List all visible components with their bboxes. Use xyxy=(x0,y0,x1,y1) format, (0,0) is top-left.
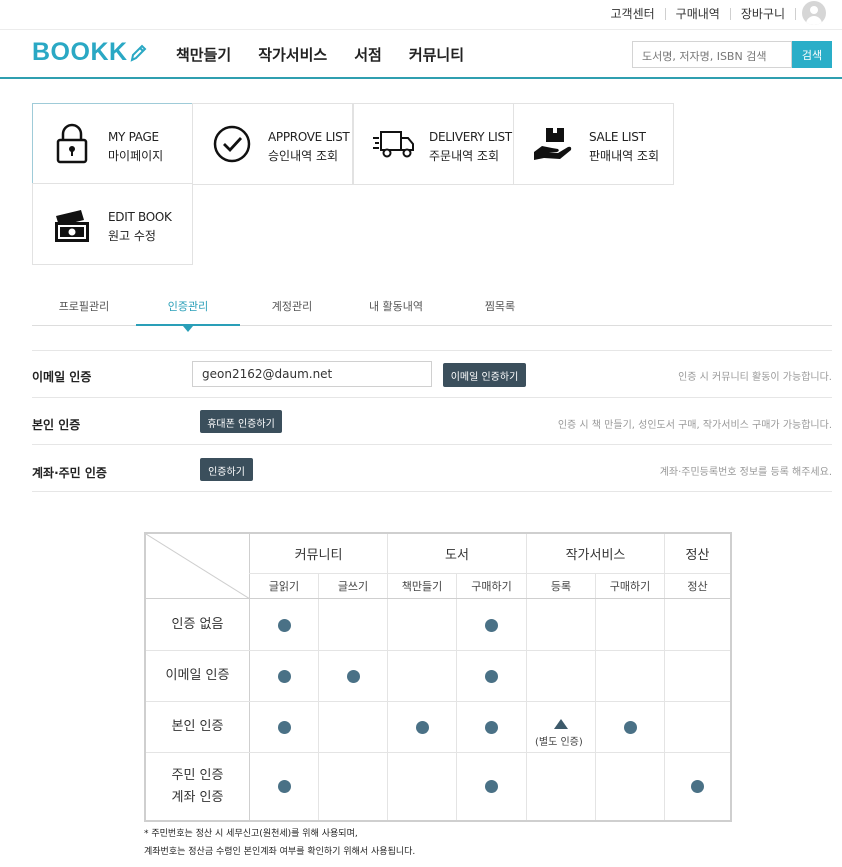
permission-dot xyxy=(485,721,498,734)
card-ko-label: 주문내역 조회 xyxy=(429,149,500,163)
card-ko-label: 승인내역 조회 xyxy=(268,149,339,163)
row-label-identity-verification: 본인 인증 xyxy=(171,719,224,734)
logo[interactable]: BOOKK xyxy=(32,38,147,67)
sub-header-buy-service: 구매하기 xyxy=(609,580,651,593)
nav-make-book[interactable]: 책만들기 xyxy=(176,44,231,65)
phone-verify-button[interactable]: 휴대폰 인증하기 xyxy=(200,410,282,433)
divider xyxy=(795,7,796,20)
nav-author-service[interactable]: 작가서비스 xyxy=(258,44,327,65)
tab-profile[interactable]: 프로필관리 xyxy=(32,298,136,314)
sub-header-make-book: 책만들기 xyxy=(401,580,443,593)
row-label-no-verification: 인증 없음 xyxy=(171,616,224,632)
sub-header-read: 글읽기 xyxy=(268,580,300,593)
email-verification-label: 이메일 인증 xyxy=(32,370,92,384)
card-en-label: DELIVERY LIST xyxy=(429,130,512,144)
divider xyxy=(456,574,457,820)
permission-dot xyxy=(485,780,498,793)
sub-header-settle: 정산 xyxy=(687,580,708,593)
card-en-label: EDIT BOOK xyxy=(108,210,172,224)
row-label-line: 주민 인증 xyxy=(171,767,224,783)
utility-bar: 고객센터 구매내역 장바구니 xyxy=(0,0,842,30)
money-icon xyxy=(55,210,89,242)
permission-dot xyxy=(347,670,360,683)
identity-verification-row: 본인 인증 휴대폰 인증하기 인증 시 책 만들기, 성인도서 구매, 작가서비… xyxy=(32,398,832,445)
footnote-line: * 주민번호는 정산 시 세무신고(원천세)를 위해 사용되며, xyxy=(144,829,358,839)
hand-box-icon xyxy=(534,128,572,160)
card-approve-list[interactable]: APPROVE LIST 승인내역 조회 xyxy=(192,103,353,185)
check-circle-icon xyxy=(213,125,251,163)
avatar-head-shape xyxy=(810,6,818,14)
partial-permission-triangle xyxy=(554,719,568,729)
group-header-books: 도서 xyxy=(445,548,469,563)
cart-link[interactable]: 장바구니 xyxy=(731,5,795,22)
permission-dot xyxy=(278,721,291,734)
avatar-body-shape xyxy=(806,16,822,25)
permission-dot xyxy=(278,670,291,683)
account-verification-hint: 계좌·주민등록번호 정보를 등록 해주세요. xyxy=(659,467,832,478)
permission-dot xyxy=(278,780,291,793)
search-button[interactable]: 검색 xyxy=(792,41,832,68)
sub-header-register: 등록 xyxy=(550,580,572,593)
account-verify-button[interactable]: 인증하기 xyxy=(200,458,253,481)
permission-dot xyxy=(624,721,637,734)
identity-verification-hint: 인증 시 책 만들기, 성인도서 구매, 작가서비스 구매가 가능합니다. xyxy=(557,420,832,431)
row-label-resident-account: 주민 인증 계좌 인증 xyxy=(146,753,249,820)
card-ko-label: 원고 수정 xyxy=(108,229,156,243)
customer-center-link[interactable]: 고객센터 xyxy=(600,5,664,22)
permission-dot xyxy=(485,619,498,632)
group-header-community: 커뮤니티 xyxy=(294,548,343,563)
email-verification-row: 이메일 인증 geon2162@daum.net 이메일 인증하기 인증 시 커… xyxy=(32,351,832,398)
card-delivery-list[interactable]: DELIVERY LIST 주문내역 조회 xyxy=(353,103,514,185)
nav-bookstore[interactable]: 서점 xyxy=(354,44,382,65)
divider xyxy=(318,574,319,820)
active-tab-caret xyxy=(183,326,193,332)
tab-verification[interactable]: 인증관리 xyxy=(136,298,240,314)
site-header: BOOKK 책만들기 작가서비스 서점 커뮤니티 도서명, 저자명, ISBN … xyxy=(0,30,842,79)
truck-icon xyxy=(373,131,414,158)
permission-dot xyxy=(691,780,704,793)
card-edit-book[interactable]: EDIT BOOK 원고 수정 xyxy=(32,183,193,265)
mypage-tabs: 프로필관리 인증관리 계정관리 내 활동내역 찜목록 xyxy=(32,292,832,332)
email-verify-button[interactable]: 이메일 인증하기 xyxy=(443,363,526,387)
tab-activity[interactable]: 내 활동내역 xyxy=(344,298,448,314)
identity-verification-label: 본인 인증 xyxy=(32,418,81,432)
email-field[interactable]: geon2162@daum.net xyxy=(192,361,432,387)
corner-diagonal xyxy=(146,534,250,599)
tab-wishlist[interactable]: 찜목록 xyxy=(448,298,552,314)
card-ko-label: 판매내역 조회 xyxy=(589,149,660,163)
account-verification-row: 계좌·주민 인증 인증하기 계좌·주민등록번호 정보를 등록 해주세요. xyxy=(32,445,832,492)
email-verification-hint: 인증 시 커뮤니티 활동이 가능합니다. xyxy=(678,372,832,383)
avatar[interactable] xyxy=(802,1,826,25)
sub-header-buy-book: 구매하기 xyxy=(471,580,512,593)
card-en-label: SALE LIST xyxy=(589,130,646,144)
card-ko-label: 마이페이지 xyxy=(108,149,164,163)
row-label-email-verification: 이메일 인증 xyxy=(165,668,230,683)
permission-dot xyxy=(278,619,291,632)
footnote-line: 계좌번호는 정산금 수령인 본인계좌 여부를 확인하기 위해서 사용됩니다. xyxy=(144,847,416,857)
purchase-history-link[interactable]: 구매내역 xyxy=(666,5,730,22)
main-nav: 책만들기 작가서비스 서점 커뮤니티 xyxy=(176,44,491,65)
permission-table: 커뮤니티 도서 작가서비스 정산 글읽기 글쓰기 책만들기 구매하기 등록 구매… xyxy=(144,532,732,822)
permission-dot xyxy=(416,721,429,734)
utility-links: 고객센터 구매내역 장바구니 xyxy=(600,5,796,22)
card-en-label: MY PAGE xyxy=(108,130,159,144)
permission-dot xyxy=(485,670,498,683)
separate-verification-note: (별도 인증) xyxy=(535,737,583,748)
row-label-line: 계좌 인증 xyxy=(171,789,224,805)
card-en-label: APPROVE LIST xyxy=(268,130,350,144)
search-input[interactable]: 도서명, 저자명, ISBN 검색 xyxy=(632,41,792,68)
card-my-page[interactable]: MY PAGE 마이페이지 xyxy=(32,103,193,185)
group-header-author-service: 작가서비스 xyxy=(565,548,626,563)
sub-header-write: 글쓰기 xyxy=(337,580,369,593)
group-header-settlement: 정산 xyxy=(685,548,710,563)
account-verification-label: 계좌·주민 인증 xyxy=(32,466,107,480)
pencil-icon xyxy=(130,44,146,62)
card-sale-list[interactable]: SALE LIST 판매내역 조회 xyxy=(513,103,674,185)
tab-account[interactable]: 계정관리 xyxy=(240,298,344,314)
nav-community[interactable]: 커뮤니티 xyxy=(409,44,464,65)
divider xyxy=(595,574,596,820)
logo-text: BOOKK xyxy=(32,38,128,66)
lock-icon xyxy=(56,123,88,164)
